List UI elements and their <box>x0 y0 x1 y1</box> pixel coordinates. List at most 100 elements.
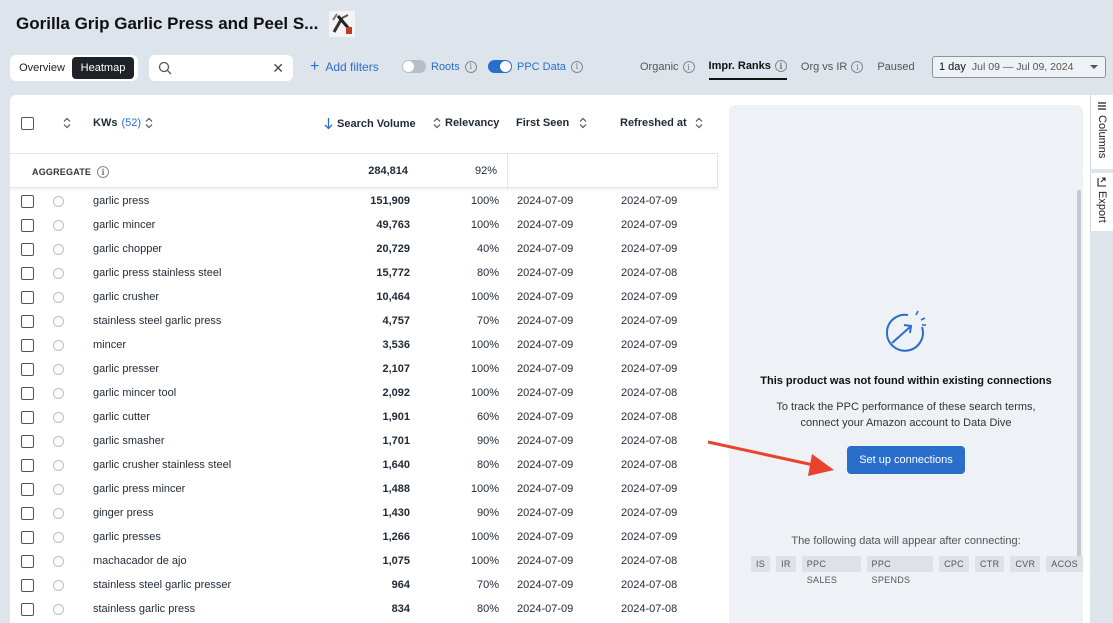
export-side-tab[interactable]: Export <box>1090 173 1113 231</box>
table-row[interactable]: garlic cutter 1,901 60% 2024-07-09 2024-07-0… <box>10 406 729 430</box>
row-checkbox[interactable] <box>21 291 34 304</box>
row-status-radio[interactable] <box>53 244 64 255</box>
clear-search-icon[interactable]: ✕ <box>272 60 284 76</box>
row-status-radio[interactable] <box>53 316 64 327</box>
search-volume-cell: 1,430 <box>382 507 410 519</box>
table-row[interactable]: stainless steel garlic press 4,757 70% 2024… <box>10 310 729 334</box>
overview-button[interactable]: Overview <box>12 57 72 79</box>
keyword-cell: garlic press stainless steel <box>93 267 222 279</box>
row-checkbox[interactable] <box>21 483 34 496</box>
column-header-search-volume[interactable]: Search Volume <box>324 117 416 130</box>
table-row[interactable]: garlic smasher 1,701 90% 2024-07-09 2024-07-… <box>10 430 729 454</box>
table-row[interactable]: ginger press 1,430 90% 2024-07-09 2024-07-09 <box>10 502 729 526</box>
table-row[interactable]: stainless steel garlic presser 964 70% 2024… <box>10 574 729 598</box>
table-row[interactable]: garlic press stainless steel 15,772 80% 202… <box>10 262 729 286</box>
keyword-cell: stainless steel garlic press <box>93 315 222 327</box>
sort-icon <box>579 117 587 129</box>
column-header-first-seen[interactable]: First Seen <box>516 117 587 129</box>
row-status-radio[interactable] <box>53 388 64 399</box>
table-row[interactable]: garlic press mincer 1,488 100% 2024-07-09 20… <box>10 478 729 502</box>
row-status-radio[interactable] <box>53 412 64 423</box>
table-row[interactable]: mincer 3,536 100% 2024-07-09 2024-07-09 <box>10 334 729 358</box>
info-icon[interactable]: i <box>774 60 787 72</box>
row-checkbox[interactable] <box>21 435 34 448</box>
kws-count: (52) <box>121 117 142 129</box>
sort-icon <box>695 117 703 129</box>
row-status-radio[interactable] <box>53 532 64 543</box>
info-icon[interactable]: i <box>570 60 583 73</box>
row-checkbox[interactable] <box>21 339 34 352</box>
search-icon <box>158 61 172 75</box>
date-range-select[interactable]: 1 day Jul 09 — Jul 09, 2024 <box>932 56 1106 78</box>
heatmap-button[interactable]: Heatmap <box>72 57 134 79</box>
row-status-radio[interactable] <box>53 556 64 567</box>
info-icon[interactable]: i <box>464 60 477 73</box>
row-checkbox[interactable] <box>21 363 34 376</box>
roots-toggle[interactable] <box>402 60 426 73</box>
table-row[interactable]: garlic crusher 10,464 100% 2024-07-09 2024-0… <box>10 286 729 310</box>
row-status-radio[interactable] <box>53 196 64 207</box>
row-checkbox[interactable] <box>21 603 34 616</box>
row-checkbox[interactable] <box>21 459 34 472</box>
relevancy-cell: 70% <box>476 315 499 327</box>
row-status-radio[interactable] <box>53 220 64 231</box>
info-icon[interactable]: i <box>97 166 110 178</box>
table-row[interactable]: garlic mincer 49,763 100% 2024-07-09 2024-07… <box>10 214 729 238</box>
row-status-radio[interactable] <box>53 484 64 495</box>
row-status-radio[interactable] <box>53 340 64 351</box>
row-status-radio[interactable] <box>53 580 64 591</box>
table-row[interactable]: stainless garlic press 834 80% 2024-07-09 20… <box>10 598 729 622</box>
after-connect-text: The following data will appear after con… <box>791 535 1021 547</box>
row-status-radio[interactable] <box>53 364 64 375</box>
table-row[interactable]: garlic presses 1,266 100% 2024-07-09 2024-07… <box>10 526 729 550</box>
row-checkbox[interactable] <box>21 411 34 424</box>
row-checkbox[interactable] <box>21 315 34 328</box>
sort-icon[interactable] <box>145 117 153 129</box>
ppc-empty-state: This product was not found within existi… <box>729 305 1083 474</box>
row-status-radio[interactable] <box>53 268 64 279</box>
row-checkbox[interactable] <box>21 387 34 400</box>
info-icon[interactable]: i <box>682 61 695 73</box>
tab-impr-ranks[interactable]: Impr. Ranks i <box>708 60 787 80</box>
keyword-cell: garlic press mincer <box>93 483 186 495</box>
tab-org-vs-ir[interactable]: Org vs IR i <box>801 60 864 80</box>
metric-chip: CVR <box>1010 556 1041 572</box>
sort-icon[interactable] <box>63 117 71 129</box>
toolbar: Overview Heatmap ✕ + Add filters Roots i… <box>10 54 1107 82</box>
select-all-checkbox[interactable] <box>21 117 34 130</box>
metric-chip: CTR <box>974 556 1005 572</box>
add-filters-button[interactable]: + Add filters <box>310 59 379 75</box>
keyword-cell: garlic presses <box>93 531 161 543</box>
column-header-refreshed-at[interactable]: Refreshed at <box>620 117 703 129</box>
row-checkbox[interactable] <box>21 531 34 544</box>
column-header-kws[interactable]: KWs (52) <box>93 117 153 129</box>
keyword-cell: garlic press <box>93 195 150 207</box>
row-checkbox[interactable] <box>21 507 34 520</box>
info-icon[interactable]: i <box>851 61 864 73</box>
table-row[interactable]: machacador de ajo 1,075 100% 2024-07-09 2024… <box>10 550 729 574</box>
row-status-radio[interactable] <box>53 436 64 447</box>
table-row[interactable]: garlic presser 2,107 100% 2024-07-09 2024-07… <box>10 358 729 382</box>
row-status-radio[interactable] <box>53 292 64 303</box>
row-checkbox[interactable] <box>21 195 34 208</box>
row-checkbox[interactable] <box>21 579 34 592</box>
column-header-relevancy[interactable]: Relevancy <box>433 117 499 129</box>
tab-organic[interactable]: Organic i <box>640 60 695 80</box>
table-row[interactable]: garlic press 151,909 100% 2024-07-09 2024-07… <box>10 190 729 214</box>
search-input[interactable] <box>179 59 267 77</box>
row-status-radio[interactable] <box>53 604 64 615</box>
row-status-radio[interactable] <box>53 460 64 471</box>
set-up-connections-button[interactable]: Set up connections <box>847 446 965 474</box>
tab-paused[interactable]: Paused <box>877 60 914 80</box>
column-label: Relevancy <box>445 117 500 129</box>
row-checkbox[interactable] <box>21 243 34 256</box>
row-checkbox[interactable] <box>21 555 34 568</box>
columns-side-tab[interactable]: Columns <box>1090 95 1113 169</box>
table-row[interactable]: garlic chopper 20,729 40% 2024-07-09 2024-07… <box>10 238 729 262</box>
table-row[interactable]: garlic crusher stainless steel 1,640 80% 20… <box>10 454 729 478</box>
row-checkbox[interactable] <box>21 267 34 280</box>
table-row[interactable]: garlic mincer tool 2,092 100% 2024-07-09 202… <box>10 382 729 406</box>
ppc-data-toggle[interactable] <box>488 60 512 73</box>
row-checkbox[interactable] <box>21 219 34 232</box>
row-status-radio[interactable] <box>53 508 64 519</box>
